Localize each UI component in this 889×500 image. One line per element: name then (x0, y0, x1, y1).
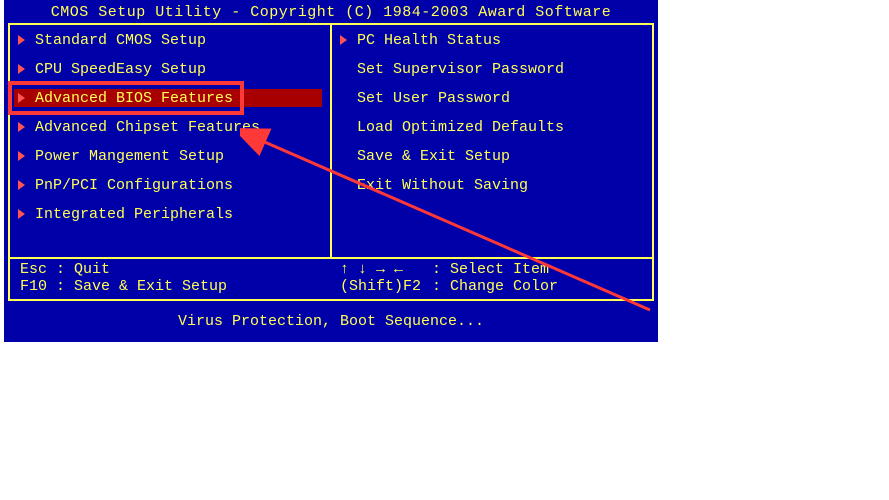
menu-advanced-chipset-features[interactable]: Advanced Chipset Features (18, 118, 322, 136)
submenu-triangle-icon (18, 151, 25, 161)
title-bar: CMOS Setup Utility - Copyright (C) 1984-… (4, 0, 658, 23)
help-change-color: : Change Color (432, 278, 642, 295)
menu-power-management-setup[interactable]: Power Mangement Setup (18, 147, 322, 165)
status-line: Virus Protection, Boot Sequence... (4, 301, 658, 336)
menu-advanced-bios-features[interactable]: Advanced BIOS Features (14, 89, 322, 107)
help-shift-f2: (Shift)F2 (340, 278, 432, 295)
help-select-item: : Select Item (432, 261, 642, 278)
menu-item-label: PC Health Status (357, 32, 501, 49)
menu-load-optimized-defaults[interactable]: Load Optimized Defaults (340, 118, 644, 136)
submenu-triangle-icon (18, 64, 25, 74)
submenu-triangle-icon (18, 122, 25, 132)
submenu-triangle-icon (340, 35, 347, 45)
menu-exit-without-saving[interactable]: Exit Without Saving (340, 176, 644, 194)
menu-item-label: Load Optimized Defaults (357, 119, 564, 136)
menu-set-supervisor-password[interactable]: Set Supervisor Password (340, 60, 644, 78)
menu-cpu-speedeasy-setup[interactable]: CPU SpeedEasy Setup (18, 60, 322, 78)
menu-item-label: Set User Password (357, 90, 510, 107)
menu-integrated-peripherals[interactable]: Integrated Peripherals (18, 205, 322, 223)
menu-pc-health-status[interactable]: PC Health Status (340, 31, 644, 49)
submenu-triangle-icon (18, 93, 25, 103)
menu-pnp-pci-configurations[interactable]: PnP/PCI Configurations (18, 176, 322, 194)
menu-item-label: PnP/PCI Configurations (35, 177, 233, 194)
help-f10-save-exit: F10 : Save & Exit Setup (20, 278, 340, 295)
menu-item-label: Power Mangement Setup (35, 148, 224, 165)
submenu-triangle-icon (18, 209, 25, 219)
menu-item-label: Save & Exit Setup (357, 148, 510, 165)
submenu-triangle-icon (18, 35, 25, 45)
menu-item-label: Integrated Peripherals (35, 206, 233, 223)
menu-save-exit-setup[interactable]: Save & Exit Setup (340, 147, 644, 165)
menu-item-label: Exit Without Saving (357, 177, 528, 194)
bios-window: CMOS Setup Utility - Copyright (C) 1984-… (4, 0, 658, 342)
menu-column-left: Standard CMOS Setup CPU SpeedEasy Setup … (10, 25, 332, 257)
help-bar: Esc : Quit ↑ ↓ → ← : Select Item F10 : S… (8, 259, 654, 301)
menu-item-label: CPU SpeedEasy Setup (35, 61, 206, 78)
help-arrows: ↑ ↓ → ← (340, 261, 432, 278)
menu-column-right: PC Health Status Set Supervisor Password… (332, 25, 652, 257)
menu-item-label: Advanced Chipset Features (35, 119, 260, 136)
menu-standard-cmos-setup[interactable]: Standard CMOS Setup (18, 31, 322, 49)
submenu-triangle-icon (18, 180, 25, 190)
menu-item-label: Set Supervisor Password (357, 61, 564, 78)
menu-item-label: Standard CMOS Setup (35, 32, 206, 49)
menu-item-label: Advanced BIOS Features (35, 90, 233, 107)
menu-set-user-password[interactable]: Set User Password (340, 89, 644, 107)
help-esc-quit: Esc : Quit (20, 261, 340, 278)
main-menu-frame: Standard CMOS Setup CPU SpeedEasy Setup … (8, 23, 654, 259)
